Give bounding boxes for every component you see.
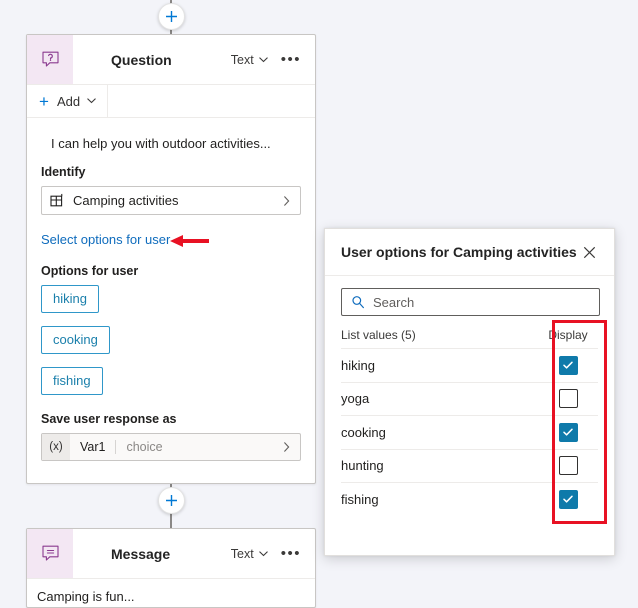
panel-header: User options for Camping activities	[325, 229, 614, 275]
question-node-more-button[interactable]: •••	[281, 52, 301, 67]
display-checkbox[interactable]	[558, 489, 578, 509]
magnifier-glyph	[352, 296, 364, 309]
plus-icon: +	[39, 91, 49, 111]
question-node-title: Question	[111, 51, 172, 68]
chevron-right-icon	[281, 441, 292, 453]
entity-glyph	[50, 193, 63, 207]
display-checkbox-cell	[538, 489, 598, 509]
option-chip[interactable]: fishing	[41, 367, 103, 395]
chevron-down-icon[interactable]	[258, 54, 269, 65]
chevron-right-glyph	[283, 442, 290, 452]
variable-type: choice	[126, 440, 163, 454]
panel-title: User options for Camping activities	[341, 244, 577, 260]
display-checkbox[interactable]	[558, 389, 578, 409]
message-node[interactable]: Message Text ••• Camping is fun...	[26, 528, 316, 608]
message-bubble-glyph	[41, 545, 59, 561]
question-bubble-icon	[27, 35, 73, 84]
add-button[interactable]: + Add	[39, 85, 109, 117]
list-item-label: cooking	[341, 424, 386, 440]
chevron-down-glyph	[258, 551, 268, 557]
option-chip-row: cooking	[41, 326, 301, 367]
option-chip-row: fishing	[41, 367, 301, 408]
search-icon	[351, 295, 365, 309]
identify-label: Identify	[41, 165, 86, 179]
checkmark-icon	[563, 428, 573, 436]
question-node-type[interactable]: Text	[231, 53, 254, 67]
variable-name: Var1	[70, 440, 117, 454]
display-checkbox-cell	[538, 456, 598, 476]
identify-entity-value: Camping activities	[73, 193, 179, 208]
display-checkbox[interactable]	[558, 422, 578, 442]
plus-icon	[166, 495, 177, 506]
chevron-down-icon[interactable]	[258, 548, 269, 559]
list-item-label: hiking	[341, 357, 375, 373]
panel-search-wrap	[325, 276, 614, 324]
question-node-body: I can help you with outdoor activities..…	[27, 118, 315, 461]
chevron-down-glyph	[258, 57, 268, 63]
option-chip-row: hiking	[41, 285, 301, 326]
message-node-more-button[interactable]: •••	[281, 546, 301, 561]
message-node-type[interactable]: Text	[231, 547, 254, 561]
add-node-button-top[interactable]	[158, 3, 185, 30]
save-response-variable-field[interactable]: (x) Var1 choice	[41, 433, 301, 461]
chevron-right-glyph	[283, 195, 290, 206]
checkmark-icon	[563, 361, 573, 369]
add-node-button-bottom[interactable]	[158, 487, 185, 514]
search-box[interactable]	[341, 288, 600, 316]
display-checkbox[interactable]	[558, 355, 578, 375]
display-checkbox-cell	[538, 422, 598, 442]
table-row[interactable]: yoga	[341, 381, 598, 416]
list-item-label: hunting	[341, 458, 384, 474]
list-values-rows: hiking yoga cooking hunting fishing	[325, 348, 614, 516]
message-node-text[interactable]: Camping is fun...	[27, 579, 315, 604]
search-input[interactable]	[373, 294, 590, 310]
question-prompt-text[interactable]: I can help you with outdoor activities..…	[41, 130, 301, 165]
table-row[interactable]: fishing	[341, 482, 598, 516]
chevron-right-icon	[281, 195, 292, 207]
save-response-label: Save user response as	[41, 412, 177, 426]
option-chip[interactable]: hiking	[41, 285, 99, 313]
options-for-user-label: Options for user	[41, 264, 139, 278]
identify-entity-field[interactable]: Camping activities	[41, 186, 301, 215]
question-node[interactable]: Question Text ••• + Add I can help you w…	[26, 34, 316, 484]
list-item-label: fishing	[341, 491, 379, 507]
user-options-panel: User options for Camping activities Sear…	[324, 228, 615, 556]
checkmark-icon	[563, 495, 573, 503]
plus-icon	[166, 11, 177, 22]
display-checkbox[interactable]	[558, 456, 578, 476]
flow-canvas: Question Text ••• + Add I can help you w…	[0, 0, 638, 608]
table-row[interactable]: hunting	[341, 448, 598, 483]
chevron-down-glyph	[87, 97, 96, 103]
entity-icon	[50, 193, 65, 208]
table-row[interactable]: hiking	[341, 348, 598, 382]
message-node-title: Message	[111, 545, 171, 562]
message-bubble-icon	[27, 529, 73, 578]
close-glyph	[583, 246, 595, 258]
question-node-header: Question Text •••	[27, 35, 315, 85]
close-icon[interactable]	[578, 241, 600, 263]
list-values-label: List values (5)	[341, 328, 416, 342]
option-chip[interactable]: cooking	[41, 326, 110, 354]
list-item-label: yoga	[341, 391, 370, 407]
question-bubble-glyph	[41, 51, 59, 67]
question-add-bar: + Add	[27, 85, 315, 118]
display-checkbox-cell	[538, 355, 598, 375]
add-button-label: Add	[56, 93, 81, 109]
display-checkbox-cell	[538, 389, 598, 409]
list-header-row: List values (5) Display	[325, 324, 614, 348]
variable-icon: (x)	[42, 434, 70, 460]
display-column-label: Display	[548, 328, 588, 342]
table-row[interactable]: cooking	[341, 415, 598, 449]
select-options-for-user-link[interactable]: Select options for user	[41, 232, 301, 247]
message-node-header: Message Text •••	[27, 529, 315, 579]
chevron-down-icon	[86, 94, 97, 109]
